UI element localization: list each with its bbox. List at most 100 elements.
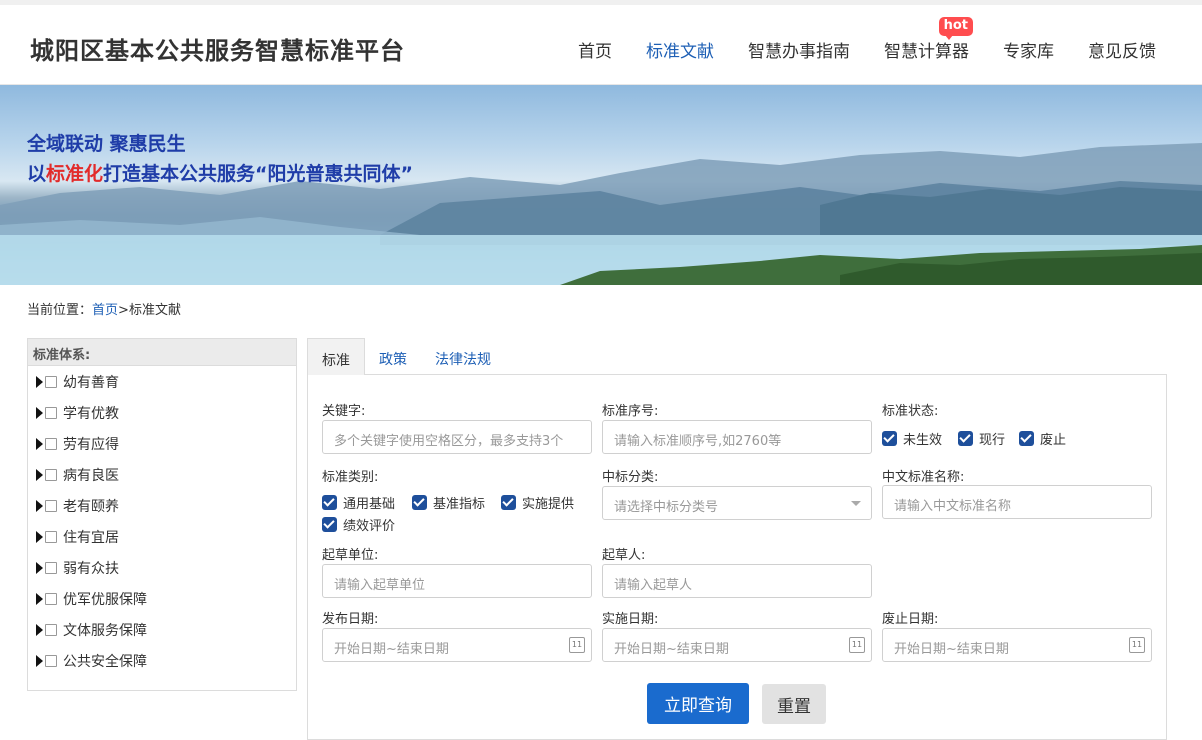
status-option-label: 未生效 xyxy=(903,433,943,448)
tree-item-label[interactable]: 弱有众扶 xyxy=(63,558,119,578)
expand-arrow-icon[interactable] xyxy=(36,437,43,450)
drafter-input[interactable]: 请输入起草人 xyxy=(602,564,872,598)
tree-checkbox[interactable] xyxy=(45,406,57,419)
publish-date-placeholder: 开始日期~结束日期 xyxy=(334,642,449,657)
checkbox-checked[interactable] xyxy=(501,495,516,510)
checkbox-checked[interactable] xyxy=(322,495,337,510)
category-label: 标准类别: xyxy=(322,470,379,485)
tree-item[interactable]: 文体服务保障 xyxy=(28,614,296,645)
nav-service-guide[interactable]: 智慧办事指南 xyxy=(748,37,850,62)
tree-item-label[interactable]: 病有良医 xyxy=(63,465,119,485)
checkbox-checked[interactable] xyxy=(412,495,427,510)
tree-item-label[interactable]: 劳有应得 xyxy=(63,434,119,454)
category-option-general[interactable]: 通用基础 xyxy=(322,493,395,512)
tree-item-label[interactable]: 住有宜居 xyxy=(63,527,119,547)
checkbox-checked[interactable] xyxy=(322,517,337,532)
cn-name-input[interactable]: 请输入中文标准名称 xyxy=(882,485,1152,519)
nav-experts[interactable]: 专家库 xyxy=(1003,37,1054,62)
serial-input[interactable]: 请输入标准顺序号,如2760等 xyxy=(602,420,872,454)
abolish-date-input[interactable]: 开始日期~结束日期 11 xyxy=(882,628,1152,662)
tree-checkbox[interactable] xyxy=(45,561,57,574)
ccs-select[interactable]: 请选择中标分类号 xyxy=(602,486,872,520)
calendar-icon[interactable]: 11 xyxy=(849,637,865,653)
tree-item[interactable]: 学有优教 xyxy=(28,397,296,428)
tree-item[interactable]: 优军优服保障 xyxy=(28,583,296,614)
tree-item-label[interactable]: 文体服务保障 xyxy=(63,620,147,640)
status-option-current[interactable]: 现行 xyxy=(958,429,1005,448)
abolish-date-label: 废止日期: xyxy=(882,612,939,627)
reset-button[interactable]: 重置 xyxy=(762,684,826,724)
tree-item[interactable]: 幼有善育 xyxy=(28,366,296,397)
keyword-placeholder: 多个关键字使用空格区分，最多支持3个 xyxy=(334,434,564,449)
tree-item[interactable]: 住有宜居 xyxy=(28,521,296,552)
tree-checkbox[interactable] xyxy=(45,623,57,636)
tree-item[interactable]: 公共安全保障 xyxy=(28,645,296,676)
tree-item-label[interactable]: 幼有善育 xyxy=(63,372,119,392)
tree-checkbox[interactable] xyxy=(45,468,57,481)
calendar-icon[interactable]: 11 xyxy=(569,637,585,653)
tab-standards[interactable]: 标准 xyxy=(307,338,365,375)
nav-standards[interactable]: 标准文献 xyxy=(646,37,714,62)
abolish-date-placeholder: 开始日期~结束日期 xyxy=(894,642,1009,657)
expand-arrow-icon[interactable] xyxy=(36,406,43,419)
tree-checkbox[interactable] xyxy=(45,375,57,388)
search-panel: 标准 政策 法律法规 关键字: 多个关键字使用空格区分，最多支持3个 标准序号:… xyxy=(307,338,1167,740)
breadcrumb: 当前位置：首页>标准文献 xyxy=(27,299,181,318)
search-button[interactable]: 立即查询 xyxy=(647,683,749,724)
category-option-evaluation[interactable]: 绩效评价 xyxy=(322,515,395,534)
cn-name-label: 中文标准名称: xyxy=(882,470,965,485)
category-option-implementation[interactable]: 实施提供 xyxy=(501,493,574,512)
tree-title: 标准体系: xyxy=(28,339,296,366)
expand-arrow-icon[interactable] xyxy=(36,654,43,667)
tree-checkbox[interactable] xyxy=(45,499,57,512)
keyword-input[interactable]: 多个关键字使用空格区分，最多支持3个 xyxy=(322,420,592,454)
serial-label: 标准序号: xyxy=(602,404,659,419)
expand-arrow-icon[interactable] xyxy=(36,623,43,636)
banner-slogan-2-suffix: 打造基本公共服务“阳光普惠共同体” xyxy=(103,163,414,185)
tree-checkbox[interactable] xyxy=(45,530,57,543)
implement-date-placeholder: 开始日期~结束日期 xyxy=(614,642,729,657)
chevron-down-icon xyxy=(851,501,861,506)
checkbox-checked[interactable] xyxy=(958,431,973,446)
nav-calculator[interactable]: 智慧计算器 hot xyxy=(884,17,973,62)
nav-home[interactable]: 首页 xyxy=(578,37,612,62)
tree-item[interactable]: 老有颐养 xyxy=(28,490,296,521)
expand-arrow-icon[interactable] xyxy=(36,375,43,388)
drafting-unit-input[interactable]: 请输入起草单位 xyxy=(322,564,592,598)
nav-feedback[interactable]: 意见反馈 xyxy=(1088,37,1156,62)
status-option-not-effective[interactable]: 未生效 xyxy=(882,429,942,448)
status-option-label: 现行 xyxy=(979,433,1006,448)
implement-date-input[interactable]: 开始日期~结束日期 11 xyxy=(602,628,872,662)
expand-arrow-icon[interactable] xyxy=(36,592,43,605)
standard-system-tree: 标准体系: 幼有善育 学有优教 劳有应得 病有良医 老有颐养 住有宜居 弱有众扶… xyxy=(27,338,297,691)
checkbox-checked[interactable] xyxy=(1019,431,1034,446)
tree-item[interactable]: 劳有应得 xyxy=(28,428,296,459)
category-option-benchmark[interactable]: 基准指标 xyxy=(412,493,485,512)
tree-item[interactable]: 弱有众扶 xyxy=(28,552,296,583)
keyword-label: 关键字: xyxy=(322,404,366,419)
tree-item-label[interactable]: 学有优教 xyxy=(63,403,119,423)
tab-laws[interactable]: 法律法规 xyxy=(421,338,505,375)
calendar-icon[interactable]: 11 xyxy=(1129,637,1145,653)
expand-arrow-icon[interactable] xyxy=(36,499,43,512)
tree-checkbox[interactable] xyxy=(45,654,57,667)
category-option-label: 实施提供 xyxy=(522,497,575,512)
tree-item-label[interactable]: 老有颐养 xyxy=(63,496,119,516)
drafter-placeholder: 请输入起草人 xyxy=(614,578,693,593)
tree-checkbox[interactable] xyxy=(45,437,57,450)
tree-item-label[interactable]: 优军优服保障 xyxy=(63,589,147,609)
publish-date-input[interactable]: 开始日期~结束日期 11 xyxy=(322,628,592,662)
expand-arrow-icon[interactable] xyxy=(36,468,43,481)
status-option-abolished[interactable]: 废止 xyxy=(1019,429,1066,448)
tree-item[interactable]: 病有良医 xyxy=(28,459,296,490)
expand-arrow-icon[interactable] xyxy=(36,561,43,574)
nav-calculator-label: 智慧计算器 xyxy=(884,42,969,62)
checkbox-checked[interactable] xyxy=(882,431,897,446)
breadcrumb-home-link[interactable]: 首页 xyxy=(92,303,118,318)
tab-policy[interactable]: 政策 xyxy=(365,338,421,375)
main-nav: 首页 标准文献 智慧办事指南 智慧计算器 hot 专家库 意见反馈 xyxy=(544,17,1156,62)
drafting-unit-label: 起草单位: xyxy=(322,548,379,563)
tree-item-label[interactable]: 公共安全保障 xyxy=(63,651,147,671)
expand-arrow-icon[interactable] xyxy=(36,530,43,543)
tree-checkbox[interactable] xyxy=(45,592,57,605)
